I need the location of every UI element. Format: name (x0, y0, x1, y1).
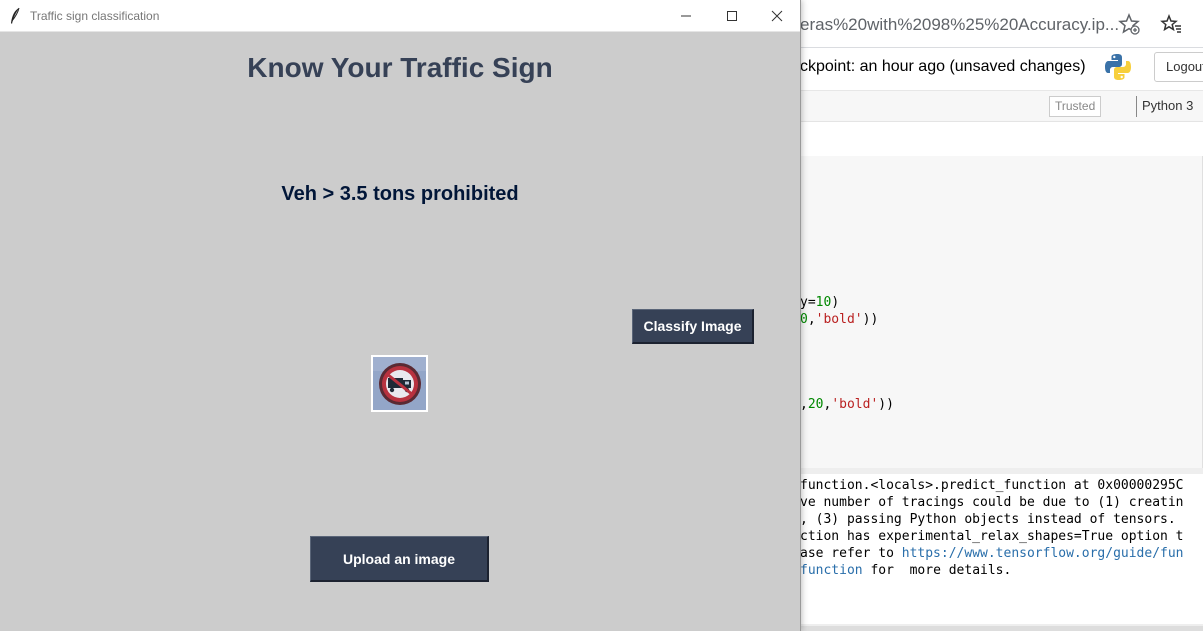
favorites-icon[interactable] (1160, 13, 1182, 35)
output-line: function.<locals>.predict_function at 0x… (800, 478, 1184, 493)
star-plus-icon[interactable] (1118, 13, 1140, 35)
output-line: , (3) passing Python objects instead of … (800, 512, 1176, 527)
classify-image-button[interactable]: Classify Image (632, 309, 754, 344)
python-logo-icon (1103, 52, 1133, 82)
notebook-scroll-edge (790, 626, 1203, 631)
app-heading: Know Your Traffic Sign (247, 52, 553, 83)
upload-image-button[interactable]: Upload an image (310, 536, 489, 582)
jupyter-header: ckpoint: an hour ago (unsaved changes) L… (790, 48, 1203, 90)
minimize-button[interactable] (663, 0, 709, 32)
traffic-sign-app-window: Traffic sign classification Know Your Tr… (0, 0, 801, 631)
logout-button[interactable]: Logout (1154, 52, 1203, 82)
minimize-icon (681, 15, 691, 17)
output-line: ve number of tracings could be due to (1… (800, 495, 1184, 510)
maximize-icon (727, 11, 737, 21)
trusted-indicator[interactable]: Trusted (1049, 96, 1102, 117)
url-text[interactable]: eras%20with%2098%25%20Accuracy.ip... (800, 15, 1119, 35)
function-link[interactable]: function (800, 563, 863, 578)
close-button[interactable] (754, 0, 800, 32)
notebook-area: y=10) 0,'bold')) ,20,'bold')) function.<… (790, 156, 1203, 631)
window-title: Traffic sign classification (30, 9, 160, 23)
output-cell: function.<locals>.predict_function at 0x… (790, 474, 1203, 624)
tensorflow-link[interactable]: https://www.tensorflow.org/guide/fun (902, 546, 1184, 561)
kernel-indicator[interactable]: Python 3 (1136, 96, 1198, 117)
code-line: y=10) (800, 295, 840, 310)
classification-result: Veh > 3.5 tons prohibited (281, 183, 519, 205)
output-line: ction has experimental_relax_shapes=True… (800, 529, 1184, 544)
address-bar[interactable]: eras%20with%2098%25%20Accuracy.ip... (790, 0, 1203, 48)
output-line: ase refer to https://www.tensorflow.org/… (800, 546, 1184, 561)
no-trucks-sign-icon (373, 357, 426, 410)
uploaded-sign-image (371, 355, 428, 412)
feather-icon (9, 7, 21, 25)
jupyter-subbar (790, 122, 1203, 156)
code-line: 0,'bold')) (800, 312, 879, 327)
code-cell[interactable]: y=10) 0,'bold')) ,20,'bold')) (790, 156, 1203, 468)
code-line: ,20,'bold')) (800, 397, 894, 412)
checkpoint-status: ckpoint: an hour ago (unsaved changes) (800, 58, 1086, 75)
maximize-button[interactable] (709, 0, 755, 32)
title-bar[interactable]: Traffic sign classification (0, 0, 800, 32)
output-line: function for more details. (800, 563, 1012, 578)
jupyter-toolbar: Trusted Python 3 (790, 90, 1203, 122)
close-icon (771, 10, 783, 22)
